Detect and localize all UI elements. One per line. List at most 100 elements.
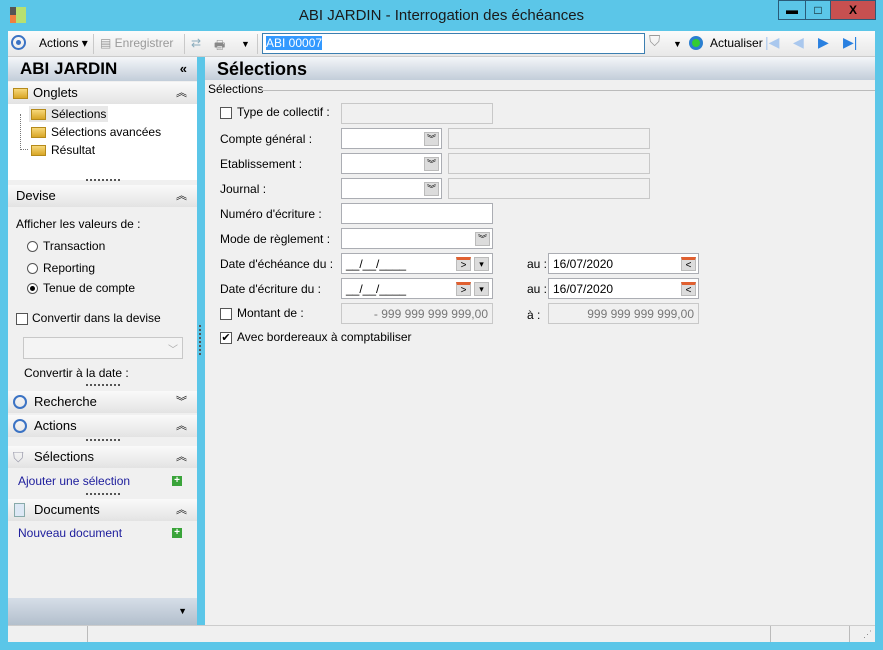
field-label: Avec bordereaux à comptabiliser [237, 330, 412, 344]
print-dropdown-icon[interactable]: ▼ [241, 39, 250, 49]
type-collectif-input [341, 103, 493, 124]
collapse-sidebar-button[interactable]: « [180, 57, 187, 81]
chevron-down-icon[interactable]: ▾ [474, 257, 489, 271]
filter-dropdown-icon[interactable]: ▼ [673, 39, 682, 49]
chevron-down-icon[interactable]: ▾ [474, 282, 489, 296]
type-collectif-checkbox[interactable]: Type de collectif : [220, 105, 330, 119]
status-bar: ⋰ [8, 625, 875, 642]
splitter-grip[interactable] [86, 384, 120, 386]
refresh-icon[interactable] [689, 36, 703, 50]
chevron-up-icon[interactable]: ︽ [176, 82, 187, 104]
etablissement-input[interactable]: ︾ [341, 153, 442, 174]
splitter-grip[interactable] [199, 325, 201, 355]
calendar-icon[interactable]: > [456, 257, 471, 271]
last-record-icon[interactable]: ▶| [843, 34, 857, 51]
journal-input[interactable]: ︾ [341, 178, 442, 199]
new-document-link[interactable]: Nouveau document + [18, 526, 197, 540]
radio-tenue-de-compte[interactable]: Tenue de compte [27, 281, 135, 295]
previous-record-icon[interactable]: ◀ [793, 34, 804, 51]
onglets-label: Onglets [33, 85, 78, 100]
calendar-icon[interactable]: < [681, 282, 696, 296]
devise-header[interactable]: Devise ︽ [8, 185, 197, 207]
journal-label: Journal : [220, 182, 267, 196]
sync-icon[interactable]: ⇄ [191, 36, 201, 50]
convert-date-label: Convertir à la date : [24, 366, 129, 380]
splitter-grip[interactable] [86, 493, 120, 495]
double-chevron-down-icon[interactable]: ︾ [475, 232, 490, 246]
target-icon [11, 35, 26, 50]
sidebar-overflow-button[interactable]: ▼ [8, 598, 197, 625]
tree-item-resultat[interactable]: Résultat [31, 143, 95, 157]
chevron-up-icon[interactable]: ︽ [176, 446, 187, 468]
date-ecriture-from[interactable]: __/__/____ > ▾ [341, 278, 493, 299]
sidebar: ABI JARDIN « Onglets ︽ Sélections Sélectio… [8, 57, 197, 625]
date-echeance-to[interactable]: 16/07/2020 < [548, 253, 699, 274]
mode-label: Mode de règlement : [220, 232, 331, 246]
calendar-icon[interactable]: < [681, 257, 696, 271]
minimize-button[interactable]: ▬ [778, 0, 806, 20]
devise-select[interactable]: ﹀ [23, 337, 183, 359]
caret-down-icon: ▼ [178, 606, 187, 616]
journal-description [448, 178, 650, 199]
target-icon [13, 395, 27, 409]
compte-input[interactable]: ︾ [341, 128, 442, 149]
target-icon [13, 419, 27, 433]
onglets-tree: Sélections Sélections avancées Résultat [8, 104, 197, 180]
maximize-button[interactable]: □ [805, 0, 831, 20]
actions-menu[interactable]: Actions ▾ [39, 36, 88, 50]
close-button[interactable]: X [830, 0, 876, 20]
toolbar: Actions ▾ ▤ Enregistrer ⇄ 🖶 ▼ ABI 00007 … [8, 31, 875, 57]
a-label: à : [527, 308, 541, 322]
radio-reporting[interactable]: Reporting [27, 261, 95, 275]
selections-header[interactable]: ⛉ Sélections ︽ [8, 446, 197, 468]
mode-select[interactable]: ︾ [341, 228, 493, 249]
tree-item-selections[interactable]: Sélections [29, 106, 109, 122]
status-cell [770, 626, 850, 642]
radio-circle [27, 283, 38, 295]
chevron-up-icon[interactable]: ︽ [176, 185, 187, 207]
plus-icon[interactable]: + [172, 528, 182, 538]
double-chevron-down-icon[interactable]: ︾ [424, 157, 439, 171]
double-chevron-down-icon[interactable]: ︾ [424, 132, 439, 146]
devise-label: Devise [16, 188, 56, 203]
next-record-icon[interactable]: ▶ [818, 34, 829, 51]
record-input[interactable]: ABI 00007 [262, 33, 645, 54]
documents-header[interactable]: Documents ︽ [8, 499, 197, 521]
date-ecriture-to[interactable]: 16/07/2020 < [548, 278, 699, 299]
bordereaux-checkbox[interactable]: ✔ Avec bordereaux à comptabiliser [220, 330, 412, 344]
link-label: Nouveau document [18, 526, 123, 540]
numero-label: Numéro d'écriture : [220, 207, 322, 221]
plus-icon[interactable]: + [172, 476, 182, 486]
refresh-button[interactable]: Actualiser [710, 36, 763, 50]
date-value: __/__/____ [346, 257, 407, 271]
link-label: Ajouter une sélection [18, 474, 131, 488]
date-echeance-from[interactable]: __/__/____ > ▾ [341, 253, 493, 274]
chevron-up-icon[interactable]: ︽ [176, 415, 187, 437]
add-selection-link[interactable]: Ajouter une sélection + [18, 474, 197, 488]
save-label: Enregistrer [114, 36, 174, 50]
convertir-devise-checkbox[interactable]: Convertir dans la devise [16, 311, 161, 325]
recherche-header[interactable]: Recherche ︾ [8, 391, 197, 413]
onglets-header[interactable]: Onglets ︽ [8, 82, 197, 104]
numero-input[interactable] [341, 203, 493, 224]
double-chevron-down-icon[interactable]: ︾ [424, 182, 439, 196]
print-icon[interactable]: 🖶 [214, 36, 225, 57]
tree-item-selections-avancees[interactable]: Sélections avancées [31, 125, 161, 139]
montant-checkbox[interactable]: Montant de : [220, 306, 304, 320]
splitter-grip[interactable] [86, 439, 120, 441]
splitter-grip[interactable] [86, 179, 120, 181]
first-record-icon[interactable]: |◀ [765, 34, 779, 51]
radio-transaction[interactable]: Transaction [27, 239, 105, 253]
filter-icon[interactable]: ⛉ [649, 33, 660, 50]
chevron-up-icon[interactable]: ︽ [176, 499, 187, 521]
save-button[interactable]: ▤ Enregistrer [100, 36, 173, 50]
calendar-icon[interactable]: > [456, 282, 471, 296]
open-folder-icon [31, 109, 46, 121]
radio-label: Tenue de compte [43, 281, 136, 295]
montant-from: - 999 999 999 999,00 [341, 303, 493, 324]
field-label: Type de collectif : [237, 105, 330, 119]
actions-header[interactable]: Actions ︽ [8, 415, 197, 437]
chevron-down-icon[interactable]: ︾ [176, 391, 187, 413]
app-logo-icon [10, 7, 26, 23]
resize-grip-icon[interactable]: ⋰ [863, 629, 872, 640]
